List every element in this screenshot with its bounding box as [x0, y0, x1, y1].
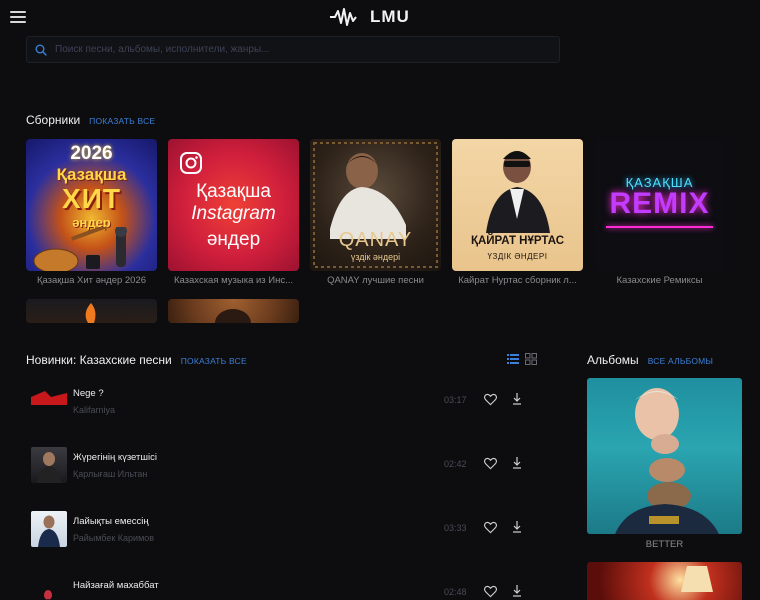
collection-cover[interactable]: ҚАЗАҚША REMIX	[594, 139, 725, 271]
collections-header: Сборники ПОКАЗАТЬ ВСЕ	[26, 113, 155, 127]
track-artist[interactable]: Kalifarniya	[73, 405, 115, 415]
album-art-icon	[31, 391, 67, 405]
new-releases-header: Новинки: Казахские песни ПОКАЗАТЬ ВСЕ	[26, 353, 247, 367]
heart-icon[interactable]	[484, 585, 497, 598]
collection-card[interactable]: ҚАЗАҚША REMIX Казахские Ремиксы	[594, 139, 725, 286]
albums-title: Альбомы	[587, 353, 639, 367]
album-card[interactable]	[587, 562, 742, 600]
collection-caption: Кайрат Нуртас сборник л...	[458, 275, 577, 286]
collections-show-all-link[interactable]: ПОКАЗАТЬ ВСЕ	[89, 116, 155, 126]
cover-text: әндер	[206, 229, 261, 250]
album-art-icon	[615, 388, 719, 534]
track-title: Найзағай махаббат	[73, 580, 159, 591]
cover-text: Қазақша	[56, 165, 127, 184]
track-duration: 03:17	[444, 395, 467, 405]
dombra-illustration-icon	[33, 227, 127, 271]
fire-icon	[85, 303, 96, 323]
collection-cover[interactable]: Қазақша Instagram әндер	[168, 139, 299, 271]
new-releases-title: Новинки: Казахские песни	[26, 353, 172, 367]
logo-text: LMU	[370, 7, 410, 26]
header: LMU	[0, 0, 760, 34]
logo-wave-icon	[330, 8, 357, 26]
track-thumbnail[interactable]	[31, 383, 67, 419]
cover-text: ҮЗДІК ӘНДЕРІ	[487, 252, 548, 261]
track-artist[interactable]: Қарлығаш Ильтан	[73, 469, 147, 479]
collections-title: Сборники	[26, 113, 81, 127]
heart-icon[interactable]	[484, 521, 497, 534]
collection-cover[interactable]	[26, 299, 157, 323]
album-card[interactable]: BETTER	[587, 378, 742, 550]
collection-card[interactable]	[26, 299, 157, 323]
collection-cover[interactable]: ҚАЙРАТ НҰРТАС ҮЗДІК ӘНДЕРІ	[452, 139, 583, 271]
album-cover[interactable]	[587, 378, 742, 534]
track-artist[interactable]: Райымбек Каримов	[73, 533, 154, 543]
album-art-icon	[44, 590, 52, 600]
track-row[interactable]: Nege ? Kalifarniya 03:17	[26, 376, 546, 426]
track-row[interactable]: Найзағай махаббат 02:48	[26, 568, 546, 600]
logo[interactable]: LMU	[330, 7, 410, 27]
list-view-icon[interactable]	[507, 353, 519, 365]
album-art-icon	[37, 452, 61, 483]
collection-card[interactable]: QANAY үздік әндері QANAY лучшие песни	[310, 139, 441, 286]
menu-icon[interactable]	[10, 11, 26, 23]
cover-text: ҚАЙРАТ НҰРТАС	[470, 235, 565, 247]
albums-show-all-link[interactable]: ВСЕ АЛЬБОМЫ	[648, 356, 713, 366]
track-row[interactable]: Лайықты емессің Райымбек Каримов 03:33	[26, 504, 546, 554]
download-icon[interactable]	[511, 584, 523, 598]
track-duration: 03:33	[444, 523, 467, 533]
download-icon[interactable]	[511, 392, 523, 406]
collection-cover[interactable]: QANAY үздік әндері	[310, 139, 441, 271]
new-releases-show-all-link[interactable]: ПОКАЗАТЬ ВСЕ	[181, 356, 247, 366]
track-title: Лайықты емессің	[73, 516, 149, 527]
search-bar[interactable]	[26, 36, 560, 63]
cover-text: үздік әндері	[350, 252, 401, 262]
collection-card[interactable]: Қазақша Instagram әндер Казахская музыка…	[168, 139, 299, 286]
artist-portrait-icon	[215, 309, 251, 323]
download-icon[interactable]	[511, 520, 523, 534]
grid-view-icon[interactable]	[525, 353, 537, 365]
collection-caption: Казахская музыка из Инс...	[173, 275, 294, 286]
collection-cover[interactable]	[168, 299, 299, 323]
neon-line	[606, 226, 713, 228]
collection-card[interactable]: 2026 Қазақша ХИТ әндер Қазақша Хит әндер…	[26, 139, 157, 286]
search-input[interactable]	[55, 44, 535, 55]
cover-text: Қазақша	[196, 181, 271, 202]
track-duration: 02:48	[444, 587, 467, 597]
search-icon	[35, 44, 47, 56]
collection-caption: QANAY лучшие песни	[327, 275, 424, 286]
track-thumbnail[interactable]	[31, 447, 67, 483]
cover-text: Instagram	[191, 203, 276, 224]
album-art-icon	[681, 566, 713, 592]
cover-text: 2026	[70, 143, 113, 164]
albums-header: Альбомы ВСЕ АЛЬБОМЫ	[587, 353, 713, 367]
collection-card[interactable]	[168, 299, 299, 323]
cover-text: QANAY	[338, 229, 413, 251]
collection-caption: Казахские Ремиксы	[616, 275, 703, 286]
cover-text: REMIX	[609, 187, 710, 220]
collection-card[interactable]: ҚАЙРАТ НҰРТАС ҮЗДІК ӘНДЕРІ Кайрат Нуртас…	[452, 139, 583, 286]
track-title: Nege ?	[73, 388, 104, 399]
heart-icon[interactable]	[484, 457, 497, 470]
instagram-icon	[180, 152, 202, 174]
heart-icon[interactable]	[484, 393, 497, 406]
track-title: Жүрегінің күзетшісі	[73, 452, 157, 463]
collection-caption: Қазақша Хит әндер 2026	[36, 275, 147, 286]
track-row[interactable]: Жүрегінің күзетшісі Қарлығаш Ильтан 02:4…	[26, 440, 546, 490]
cover-text: ХИТ	[62, 183, 121, 214]
album-caption: BETTER	[645, 539, 684, 550]
album-art-icon	[38, 515, 60, 547]
download-icon[interactable]	[511, 456, 523, 470]
track-duration: 02:42	[444, 459, 467, 469]
track-thumbnail[interactable]	[31, 575, 67, 600]
collection-cover[interactable]: 2026 Қазақша ХИТ әндер	[26, 139, 157, 271]
track-thumbnail[interactable]	[31, 511, 67, 547]
